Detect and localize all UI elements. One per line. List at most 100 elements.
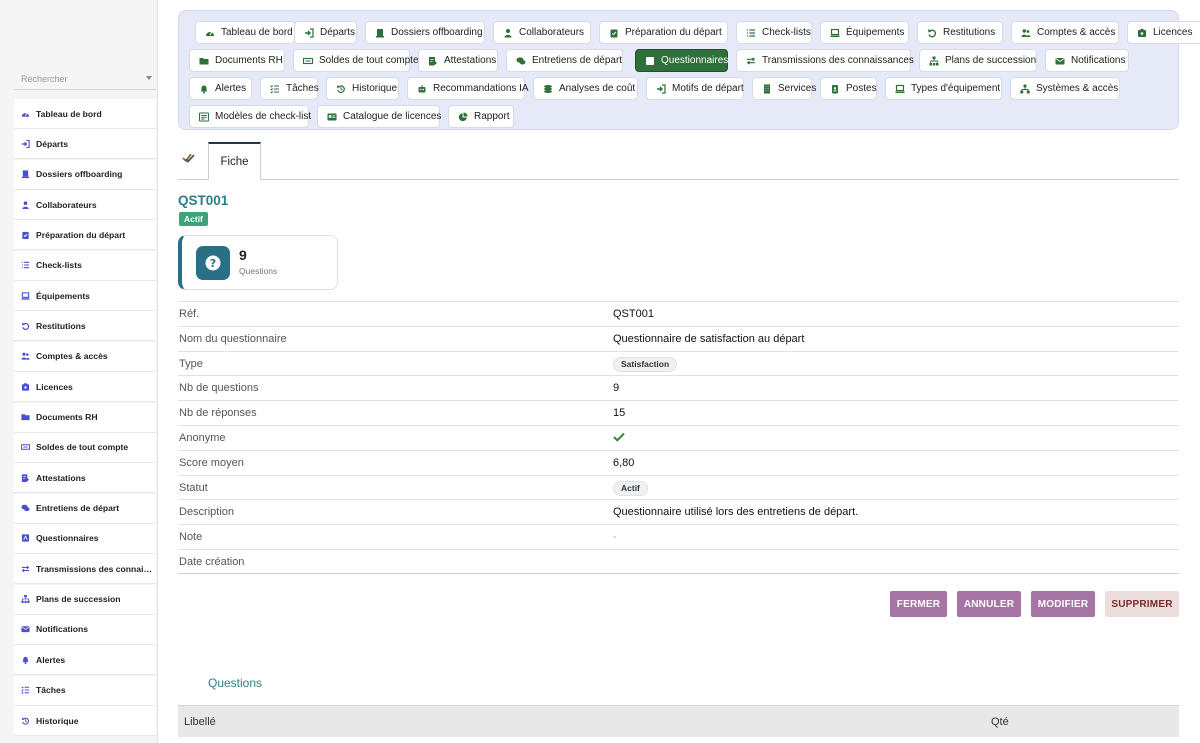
nav-chip-motifs-de-depart[interactable]: Motifs de départ [646,77,744,100]
value-pill: Actif [613,480,648,496]
sidebar-item-licences[interactable]: Licences [14,372,156,403]
nav-chip-taches[interactable]: Tâches [260,77,319,100]
sidebar-item-preparation-du-depart[interactable]: Préparation du départ [14,220,156,251]
sidebar-item-entretiens-de-depart[interactable]: Entretiens de départ [14,493,156,524]
folder-user-icon [375,28,385,38]
nav-chip-notifications[interactable]: Notifications [1045,49,1129,72]
tab-select[interactable] [178,150,198,170]
sidebar-item-questionnaires[interactable]: Questionnaires [14,523,156,554]
dashboard-icon [205,28,215,38]
detail-row: Note - [178,524,1179,549]
field-label: Nb de questions [179,382,259,395]
nav-chip-rapport[interactable]: Rapport [448,105,514,128]
cancel-button[interactable]: ANNULER [957,591,1021,617]
nav-chip-historique[interactable]: Historique [326,77,399,100]
nav-chip-departs[interactable]: Départs [294,21,357,44]
nav-chip-check-lists[interactable]: Check-lists [736,21,812,44]
sidebar-item-alertes[interactable]: Alertes [14,645,156,676]
nav-chip-label: Recommandations IA [433,83,529,94]
nav-chip-label: Équipements [846,27,905,38]
nav-chip-equipements[interactable]: Équipements [820,21,909,44]
nav-chip-comptes-acces[interactable]: Comptes & accès [1011,21,1119,44]
close-button[interactable]: FERMER [890,591,947,617]
stat-label: Questions [239,266,278,276]
column-header-qty[interactable]: Qté [991,716,1009,728]
sidebar-item-comptes-acces[interactable]: Comptes & accès [14,341,156,372]
history-icon [336,84,346,94]
sidebar-item-notifications[interactable]: Notifications [14,614,156,645]
sidebar-item-equipements[interactable]: Équipements [14,281,156,312]
nav-chip-entretiens-de-depart[interactable]: Entretiens de départ [506,49,623,72]
nav-chip-restitutions[interactable]: Restitutions [917,21,1003,44]
laptop-icon [21,291,30,300]
module-nav-panel: Tableau de bord Départs Dossiers offboardi… [178,10,1200,130]
question-icon: ? [196,246,230,280]
nav-chip-postes[interactable]: Postes [820,77,877,100]
nav-chip-alertes[interactable]: Alertes [189,77,252,100]
sidebar-search-select[interactable]: Rechercher [14,68,156,90]
sidebar-item-attestations[interactable]: Attestations [14,463,156,494]
delete-button[interactable]: SUPPRIMER [1105,591,1179,617]
nav-chip-types-d-equipement[interactable]: Types d'équipement [885,77,1002,100]
nav-chip-collaborateurs[interactable]: Collaborateurs [493,21,591,44]
nav-chip-documents-rh[interactable]: Documents RH [189,49,285,72]
tab-fiche[interactable]: Fiche [208,142,261,180]
sidebar-item-soldes-de-tout-compte[interactable]: Soldes de tout compte [14,432,156,463]
nav-chip-modeles-de-check-list[interactable]: Modèles de check-list [189,105,312,128]
nav-chip-attestations[interactable]: Attestations [418,49,498,72]
field-value: 15 [613,407,626,420]
license-icon [1137,28,1147,38]
sidebar-item-documents-rh[interactable]: Documents RH [14,402,156,433]
nav-chip-label: Entretiens de départ [532,55,623,66]
catalog-icon [327,112,337,122]
nav-chip-tableau-de-bord[interactable]: Tableau de bord [195,21,295,44]
field-label: Statut [179,481,208,494]
detail-row: Statut Actif [178,474,1179,500]
chevron-down-icon [146,76,152,80]
sidebar-item-tableau-de-bord[interactable]: Tableau de bord [14,99,156,129]
field-value: Questionnaire de satisfaction au départ [613,332,805,345]
nav-chip-soldes-de-tout-compte[interactable]: Soldes de tout compte [293,49,419,72]
nav-chip-label: Postes [846,83,877,94]
nav-chip-systemes-acces[interactable]: Systèmes & accès [1010,77,1120,100]
nav-chip-preparation-du-depart[interactable]: Préparation du départ [599,21,728,44]
nav-chip-label: Notifications [1071,55,1126,66]
nav-chip-dossiers-offboarding[interactable]: Dossiers offboarding [365,21,485,44]
sidebar-item-label: Comptes & accès [36,351,108,362]
sidebar-item-dossiers-offboarding[interactable]: Dossiers offboarding [14,159,156,190]
edit-button[interactable]: MODIFIER [1031,591,1095,617]
nav-chip-questionnaires[interactable]: Questionnaires [635,49,728,72]
nav-chip-label: Tâches [286,83,319,94]
nav-chip-services[interactable]: Services [752,77,816,100]
nav-chip-label: Systèmes & accès [1036,83,1119,94]
nav-chip-label: Modèles de check-list [215,111,312,122]
nav-chip-label: Dossiers offboarding [391,27,483,38]
sidebar-item-taches[interactable]: Tâches [14,675,156,706]
nav-chip-plans-de-succession[interactable]: Plans de succession [919,49,1037,72]
history-icon [21,716,30,725]
sidebar-item-collaborateurs[interactable]: Collaborateurs [14,190,156,221]
nav-chip-label: Motifs de départ [672,83,744,94]
sidebar-item-label: Attestations [36,472,86,483]
coins-icon [543,84,553,94]
sidebar-item-label: Plans de succession [36,594,121,605]
field-value: - [613,531,617,544]
clipboard-icon [609,28,619,38]
undo-icon [21,321,30,330]
sidebar-item-historique[interactable]: Historique [14,706,156,736]
nav-chip-label: Rapport [474,111,510,122]
nav-chip-transmissions-des-connaissances[interactable]: Transmissions des connaissances [736,49,914,72]
nav-chip-licences[interactable]: Licences [1127,21,1200,44]
sidebar-item-plans-de-succession[interactable]: Plans de succession [14,584,156,615]
nav-chip-analyses-de-cout[interactable]: Analyses de coût [533,77,638,100]
nav-chip-recommandations-ia[interactable]: Recommandations IA [407,77,529,100]
nav-chip-label: Tableau de bord [221,27,293,38]
sidebar-item-departs[interactable]: Départs [14,129,156,160]
detail-row: Nb de réponses 15 [178,400,1179,425]
column-header-label[interactable]: Libellé [184,716,216,728]
nav-chip-catalogue-de-licences[interactable]: Catalogue de licences [317,105,441,128]
sidebar-item-transmissions-des-connaissances[interactable]: Transmissions des connaissances [14,554,156,585]
field-label: Type [179,357,203,370]
sidebar-item-check-lists[interactable]: Check-lists [14,250,156,281]
sidebar-item-restitutions[interactable]: Restitutions [14,311,156,342]
